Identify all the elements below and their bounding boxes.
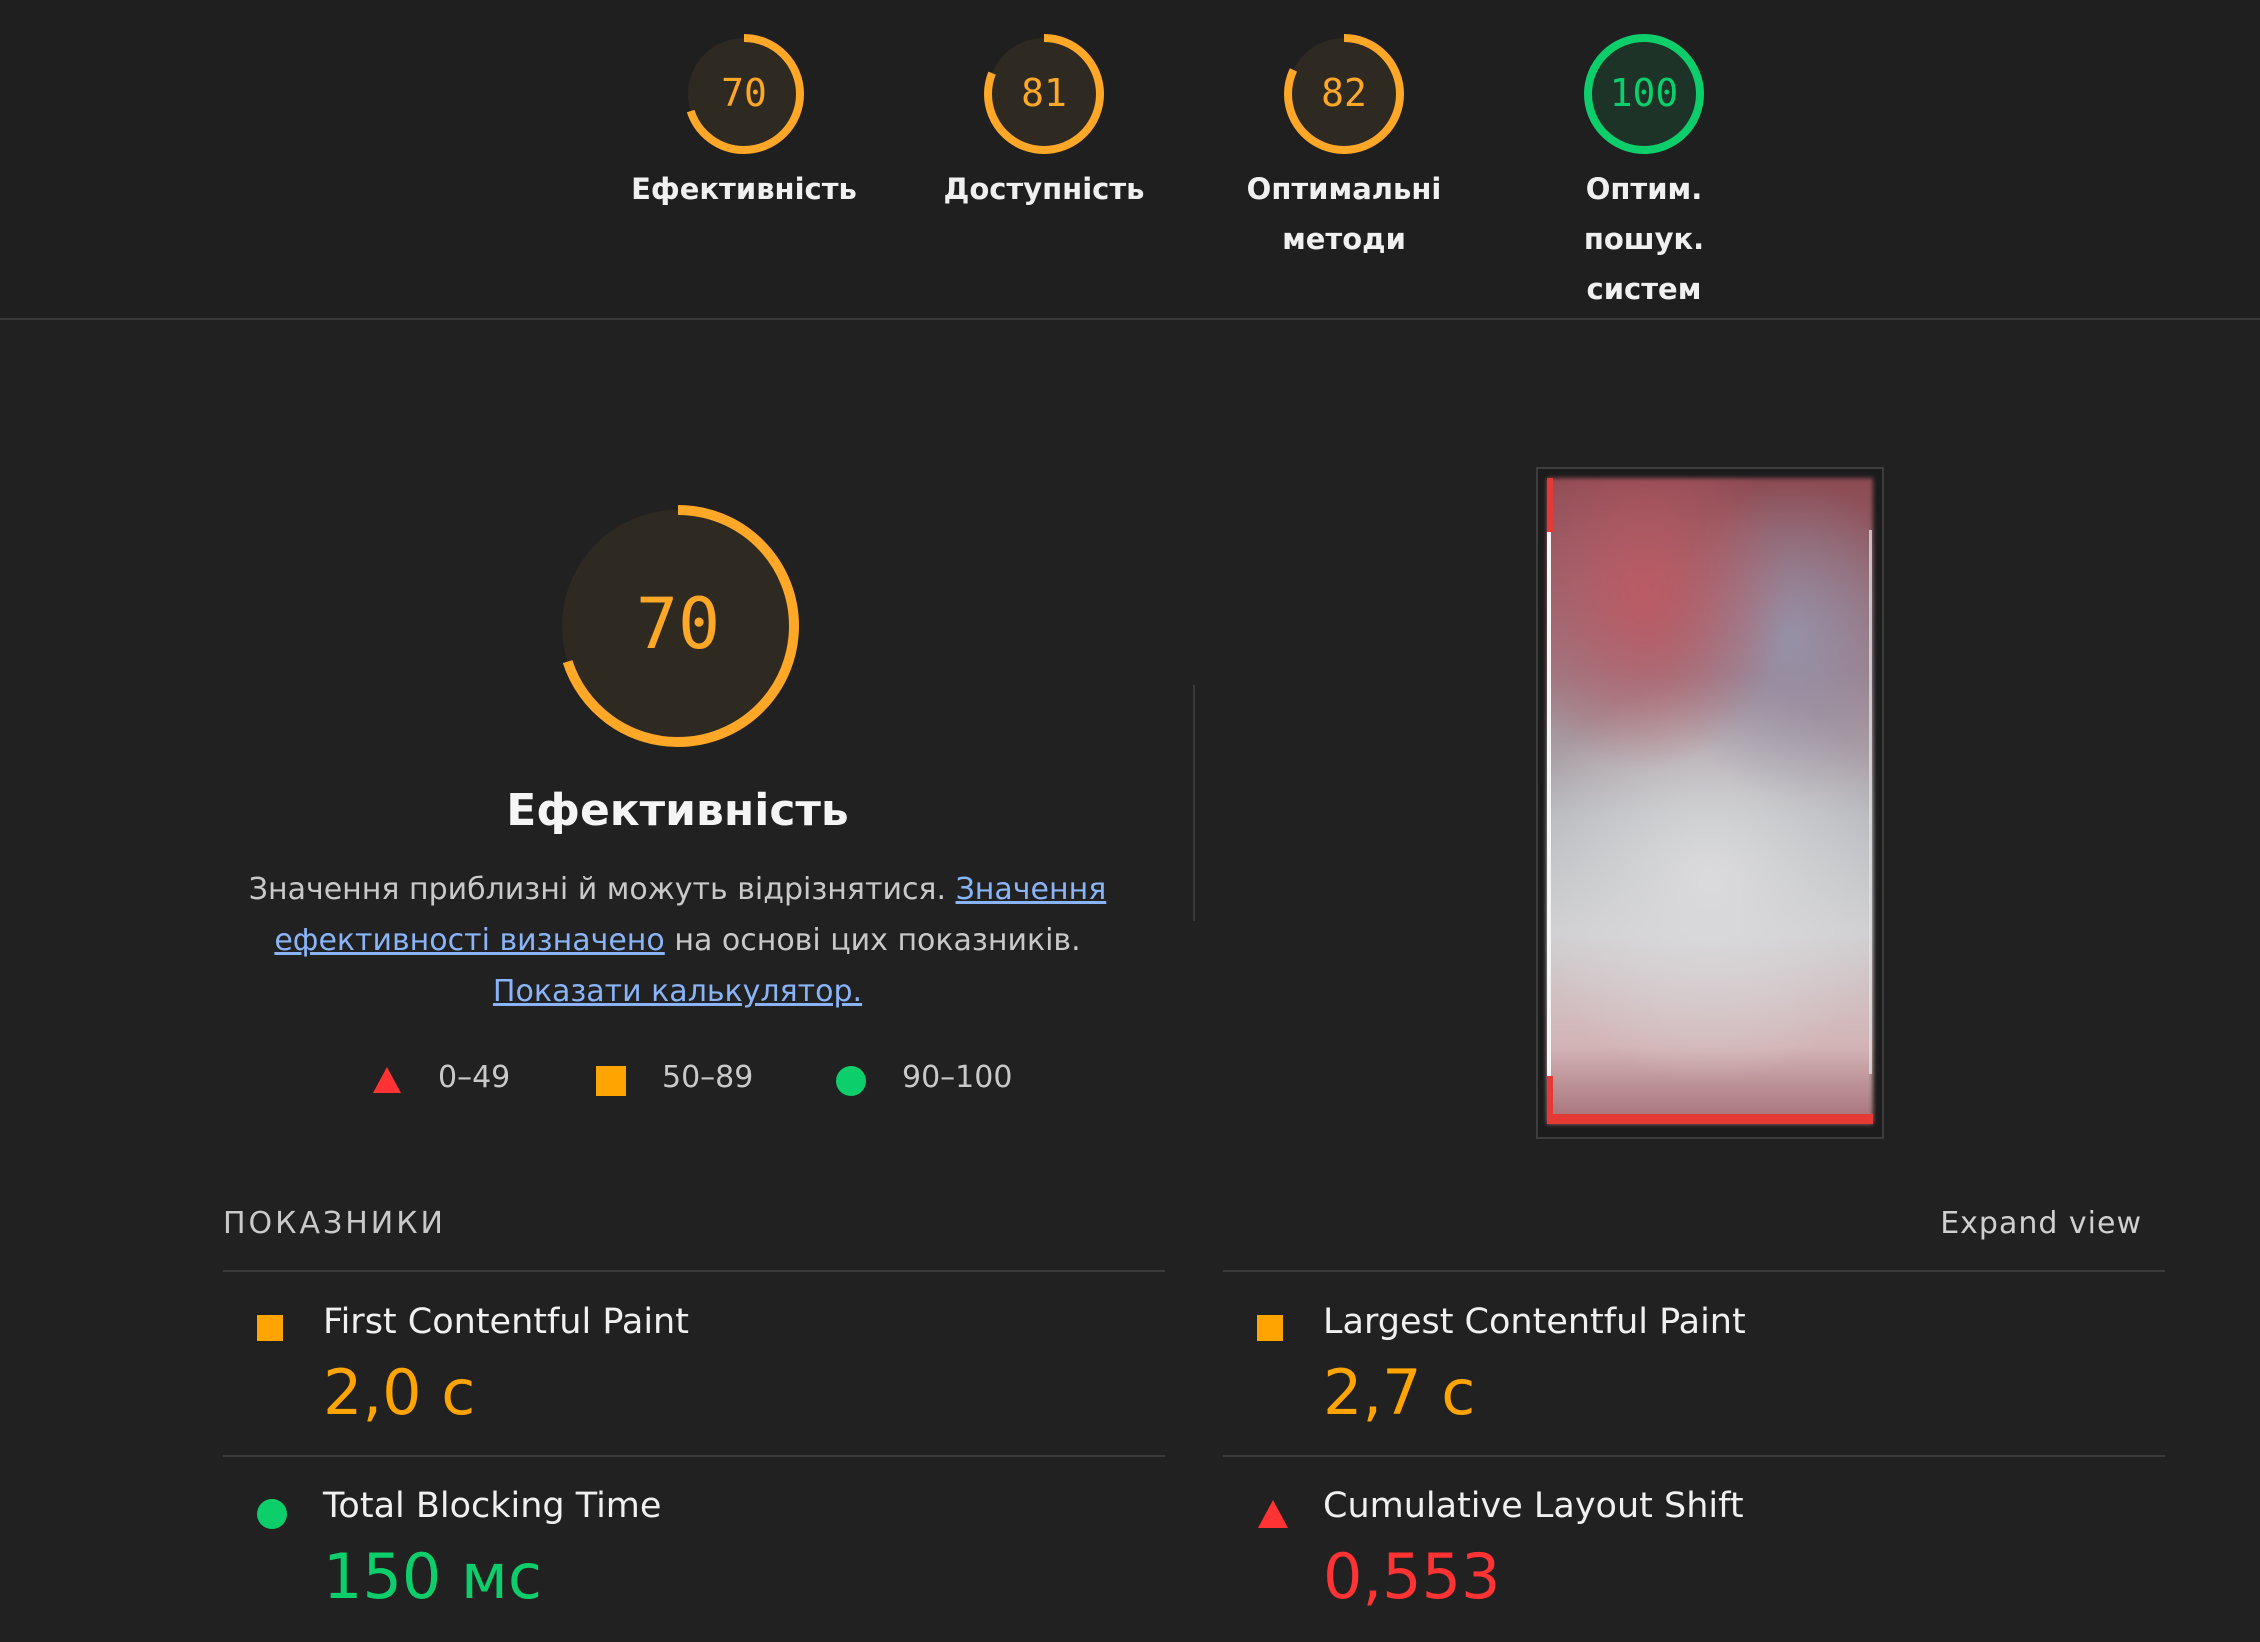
circle-icon (257, 1499, 287, 1529)
layout-shift-outline (1547, 1076, 1553, 1116)
gauge-label: Ефективність (631, 172, 857, 206)
gauge-accessibility[interactable]: 81 Доступність (904, 20, 1184, 214)
gauge-score: 70 (721, 71, 767, 115)
triangle-icon (373, 1067, 401, 1093)
metric-name: Total Blocking Time (323, 1486, 662, 1526)
circle-icon (836, 1066, 866, 1096)
category-summary-bar: 70 Ефективність 81 Доступність 82 Оптима… (0, 0, 2260, 320)
divider (1223, 1455, 2165, 1457)
gauge-ring: 70 (684, 34, 804, 154)
square-icon (596, 1066, 626, 1096)
final-screenshot-image (1547, 478, 1873, 1124)
expand-view-button[interactable]: Expand view (1940, 1206, 2142, 1241)
layout-shift-outline (1869, 530, 1872, 1074)
metric-value: 2,7 с (1323, 1356, 1476, 1429)
divider (223, 1455, 1165, 1457)
performance-score: 70 (636, 583, 720, 665)
performance-gauge-large: 70 (557, 505, 799, 747)
gauge-ring: 100 (1584, 34, 1704, 154)
gauge-label: Оптим. пошук. систем (1583, 172, 1705, 306)
divider (223, 1270, 1165, 1272)
gauge-score: 81 (1021, 71, 1067, 115)
gauge-label: Доступність (943, 172, 1145, 206)
desc-text: Значення приблизні й можуть відрізнятися… (248, 872, 947, 907)
gauge-score: 100 (1610, 71, 1679, 115)
metric-name: Largest Contentful Paint (1323, 1302, 1746, 1342)
performance-description: Значення приблизні й можуть відрізнятися… (240, 864, 1115, 1017)
calculator-link[interactable]: Показати калькулятор. (493, 974, 862, 1009)
divider (1223, 1270, 2165, 1272)
square-icon (257, 1315, 283, 1341)
gauge-label: Оптимальні методи (1246, 172, 1442, 256)
metric-name: Cumulative Layout Shift (1323, 1486, 1744, 1526)
gauge-seo[interactable]: 100 Оптим. пошук. систем (1504, 20, 1784, 314)
layout-shift-outline (1547, 532, 1551, 1076)
triangle-icon (1258, 1500, 1288, 1528)
layout-shift-outline (1547, 478, 1553, 532)
gauge-ring: 82 (1284, 34, 1404, 154)
metric-value: 2,0 с (323, 1356, 476, 1429)
legend-range: 50–89 (662, 1060, 754, 1095)
layout-shift-outline (1547, 1114, 1873, 1124)
gauge-ring: 81 (984, 34, 1104, 154)
square-icon (1257, 1315, 1283, 1341)
gauge-score: 82 (1321, 71, 1367, 115)
metric-value: 150 мс (323, 1540, 542, 1613)
metrics-header: ПОКАЗНИКИ (223, 1206, 446, 1241)
metric-value: 0,553 (1323, 1540, 1501, 1613)
desc-text: на основі цих показників. (674, 923, 1081, 958)
legend-range: 90–100 (902, 1060, 1013, 1095)
metric-name: First Contentful Paint (323, 1302, 689, 1342)
gauge-best-practices[interactable]: 82 Оптимальні методи (1204, 20, 1484, 264)
performance-title: Ефективність (506, 785, 849, 836)
legend-range: 0–49 (438, 1060, 511, 1095)
divider (1193, 685, 1195, 921)
gauge-performance[interactable]: 70 Ефективність (604, 20, 884, 214)
